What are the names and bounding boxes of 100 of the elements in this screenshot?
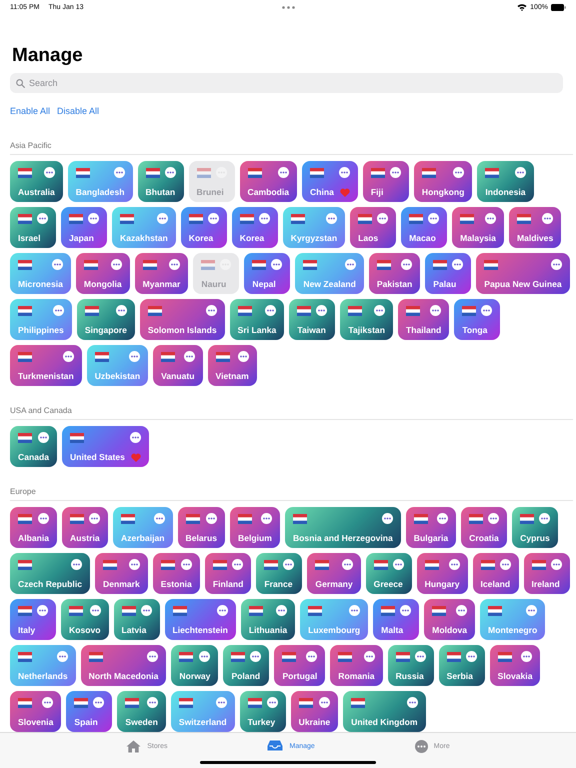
more-options-icon[interactable] [349, 605, 360, 616]
country-tile[interactable]: Portugal [274, 645, 326, 686]
country-tile[interactable]: Tajikstan [340, 299, 393, 340]
country-tile[interactable]: Maldives [508, 207, 562, 248]
country-tile[interactable]: Malta [373, 599, 420, 640]
country-tile[interactable]: Tonga [454, 299, 500, 340]
action-link[interactable]: Disable All [57, 106, 100, 116]
more-options-icon[interactable] [88, 213, 99, 224]
more-options-icon[interactable] [199, 651, 210, 662]
country-tile[interactable]: Kazakhstan [112, 207, 176, 248]
country-tile[interactable]: Laos [350, 207, 396, 248]
action-link[interactable]: Enable All [10, 106, 50, 116]
more-options-icon[interactable] [453, 167, 464, 178]
more-options-icon[interactable] [37, 213, 48, 224]
country-tile[interactable]: Turkmenistan [10, 345, 82, 386]
country-tile[interactable]: Philippines [10, 299, 72, 340]
more-options-icon[interactable] [140, 605, 152, 616]
country-tile[interactable]: Romania [330, 645, 383, 686]
country-tile[interactable]: Liechtenstein [164, 599, 236, 640]
country-tile[interactable]: Turkey [240, 691, 286, 732]
country-tile[interactable]: Cambodia [240, 161, 298, 202]
country-tile[interactable]: Solomon Islands [140, 299, 225, 340]
more-options-icon[interactable] [180, 559, 192, 570]
more-options-icon[interactable] [344, 259, 356, 270]
country-tile[interactable]: Norway [171, 645, 218, 686]
country-tile[interactable]: Bangladesh [68, 161, 132, 202]
country-tile[interactable]: Japan [61, 207, 107, 248]
country-tile[interactable]: Czech Republic [10, 553, 90, 594]
country-tile[interactable]: Finland [204, 553, 252, 594]
country-tile[interactable]: Italy [10, 599, 56, 640]
country-tile[interactable]: Switzerland [170, 691, 235, 732]
country-tile[interactable]: Papua New Guinea [476, 253, 570, 294]
more-options-icon[interactable] [481, 305, 492, 316]
more-options-icon[interactable] [206, 305, 217, 316]
more-options-icon[interactable] [42, 697, 54, 708]
country-tile[interactable]: Montenegro [480, 599, 546, 640]
more-options-icon[interactable] [265, 305, 276, 316]
country-tile[interactable]: Estonia [152, 553, 200, 594]
country-tile[interactable]: Kyrgyzstan [282, 207, 346, 248]
country-tile[interactable]: Uzbekistan [86, 345, 148, 386]
country-tile[interactable]: Moldova [424, 599, 476, 640]
country-tile[interactable]: Singapore [76, 299, 135, 340]
more-options-icon[interactable] [526, 605, 538, 616]
more-options-icon[interactable] [283, 559, 294, 570]
more-options-icon[interactable] [38, 432, 50, 443]
more-options-icon[interactable] [488, 513, 500, 524]
country-tile[interactable]: Micronesia [10, 253, 71, 294]
country-tile[interactable]: Canada [10, 426, 58, 467]
more-options-icon[interactable] [414, 651, 426, 662]
more-options-icon[interactable] [44, 167, 55, 178]
more-options-icon[interactable] [216, 697, 227, 708]
more-options-icon[interactable] [90, 605, 101, 616]
country-tile[interactable]: Palau [425, 253, 472, 294]
more-options-icon[interactable] [539, 513, 550, 524]
more-options-icon[interactable] [38, 513, 50, 524]
multitasking-dots-icon[interactable] [282, 6, 295, 9]
search-field[interactable]: Search [10, 73, 563, 93]
more-options-icon[interactable] [238, 351, 249, 362]
country-tile[interactable]: Bulgaria [406, 507, 456, 548]
country-tile[interactable]: United States [62, 426, 149, 467]
country-tile[interactable]: Ukraine [290, 691, 338, 732]
country-tile[interactable]: Slovenia [10, 691, 62, 732]
country-tile[interactable]: Latvia [114, 599, 160, 640]
country-tile[interactable]: North Macedonia [80, 645, 166, 686]
more-options-icon[interactable] [208, 213, 219, 224]
more-options-icon[interactable] [400, 605, 412, 616]
more-options-icon[interactable] [146, 697, 158, 708]
country-tile[interactable]: Malaysia [452, 207, 504, 248]
more-options-icon[interactable] [514, 167, 526, 178]
country-tile[interactable]: Bosnia and Herzegovina [284, 507, 401, 548]
more-options-icon[interactable] [484, 213, 496, 224]
country-tile[interactable]: Poland [223, 645, 270, 686]
more-options-icon[interactable] [452, 259, 464, 270]
more-options-icon[interactable] [258, 213, 270, 224]
more-options-icon[interactable] [428, 213, 440, 224]
more-options-icon[interactable] [110, 259, 122, 270]
country-tile[interactable]: Russia [388, 645, 434, 686]
more-options-icon[interactable] [364, 651, 375, 662]
country-tile[interactable]: Netherlands [10, 645, 76, 686]
country-tile[interactable]: Vanuatu [153, 345, 203, 386]
country-tile[interactable]: Fiji [362, 161, 409, 202]
country-tile[interactable]: Sri Lanka [230, 299, 284, 340]
country-tile[interactable]: Azerbaijan [113, 507, 173, 548]
country-tile[interactable]: Lithuania [240, 599, 296, 640]
country-tile[interactable]: Luxembourg [300, 599, 368, 640]
more-options-icon[interactable] [250, 651, 262, 662]
more-options-icon[interactable] [71, 559, 82, 570]
country-tile[interactable]: Albania [10, 507, 58, 548]
more-options-icon[interactable] [266, 697, 278, 708]
country-tile[interactable]: Germany [307, 553, 361, 594]
more-options-icon[interactable] [216, 605, 228, 616]
more-options-icon[interactable] [114, 167, 124, 178]
country-tile[interactable]: Iceland [472, 553, 519, 594]
country-tile[interactable]: New Zealand [295, 253, 364, 294]
more-options-icon[interactable] [184, 351, 195, 362]
country-tile[interactable]: Belgium [230, 507, 280, 548]
more-options-icon[interactable] [278, 167, 290, 178]
country-tile[interactable]: United Kingdom [343, 691, 426, 732]
country-tile[interactable]: Spain [66, 691, 112, 732]
more-options-icon[interactable] [276, 605, 288, 616]
